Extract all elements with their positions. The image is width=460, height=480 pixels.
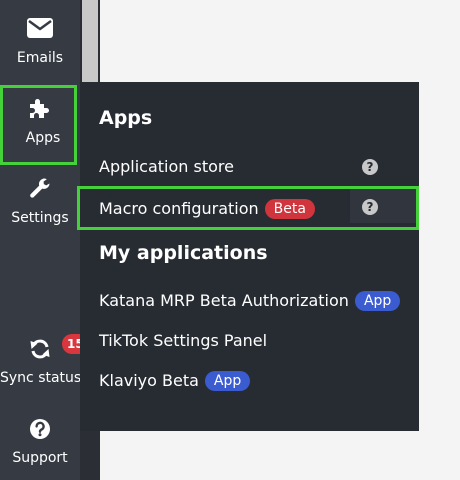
sidebar-item-support[interactable]: Support: [0, 400, 80, 480]
menu-item-label: Application store: [99, 157, 234, 176]
menu-item-klaviyo-beta[interactable]: Klaviyo Beta App: [80, 362, 419, 402]
question-circle-icon: [30, 419, 50, 439]
beta-badge: Beta: [264, 199, 315, 219]
sidebar-item-label: Settings: [11, 210, 69, 226]
sidebar-item-apps[interactable]: Apps: [0, 85, 77, 165]
sidebar-item-sync-status[interactable]: Sync status: [0, 320, 82, 400]
macro-configuration-label: Macro configuration: [99, 199, 259, 218]
app-page: Emails Apps Settings Sync status Support…: [0, 0, 460, 480]
help-icon[interactable]: ?: [362, 159, 378, 175]
menu-item-label: Klaviyo Beta App: [99, 371, 251, 391]
sidebar-item-label: Emails: [16, 50, 64, 66]
menu-item-label: TikTok Settings Panel: [99, 331, 267, 350]
application-name: Klaviyo Beta: [99, 371, 199, 390]
menu-item-application-store[interactable]: Application store ?: [80, 148, 419, 188]
sidebar-item-label: Sync status: [0, 370, 82, 386]
sidebar-scrollbar-thumb[interactable]: [82, 0, 98, 82]
apps-dropdown-menu: Apps Application store ? Macro configura…: [77, 82, 419, 431]
my-applications-section-title: My applications: [99, 242, 268, 264]
sidebar-item-label: Support: [12, 450, 68, 466]
menu-item-katana-mrp[interactable]: Katana MRP Beta Authorization App: [80, 282, 419, 322]
sync-icon: [30, 339, 50, 359]
sidebar-item-settings[interactable]: Settings: [0, 160, 80, 240]
apps-section-title: Apps: [99, 107, 153, 129]
menu-item-label: Macro configuration Beta: [99, 199, 315, 219]
menu-item-macro-configuration[interactable]: Macro configuration Beta ?: [77, 186, 419, 230]
puzzle-icon: [29, 99, 49, 118]
app-badge: App: [354, 291, 401, 311]
app-badge: App: [204, 371, 251, 391]
application-name: Katana MRP Beta Authorization: [99, 291, 349, 310]
sidebar: Emails Apps Settings Sync status Support…: [0, 0, 89, 480]
menu-item-label: Katana MRP Beta Authorization App: [99, 291, 401, 311]
sidebar-item-label: Apps: [25, 130, 61, 146]
wrench-icon: [30, 178, 50, 198]
menu-item-tiktok-settings[interactable]: TikTok Settings Panel: [80, 322, 419, 362]
help-cell: [350, 189, 416, 223]
sidebar-item-emails[interactable]: Emails: [0, 0, 80, 80]
envelope-icon: [27, 18, 53, 38]
application-name: TikTok Settings Panel: [99, 331, 268, 350]
help-icon[interactable]: ?: [362, 199, 378, 215]
